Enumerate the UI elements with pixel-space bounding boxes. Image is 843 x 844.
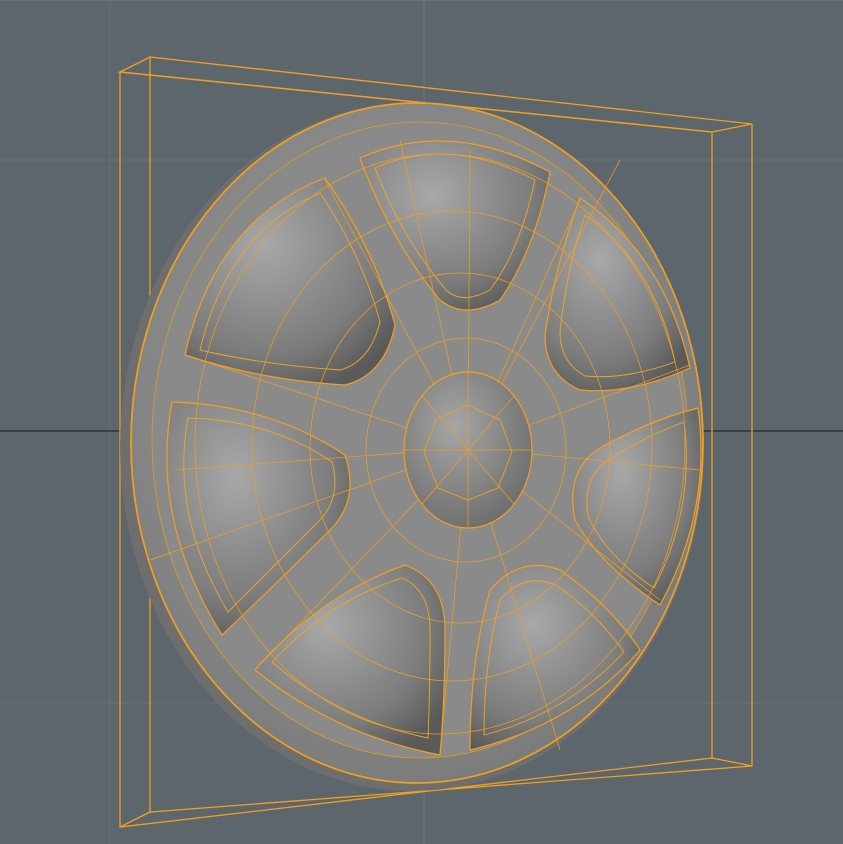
viewport-canvas[interactable] [0, 0, 843, 844]
center-hub[interactable] [403, 371, 533, 529]
3d-viewport[interactable] [0, 0, 843, 844]
